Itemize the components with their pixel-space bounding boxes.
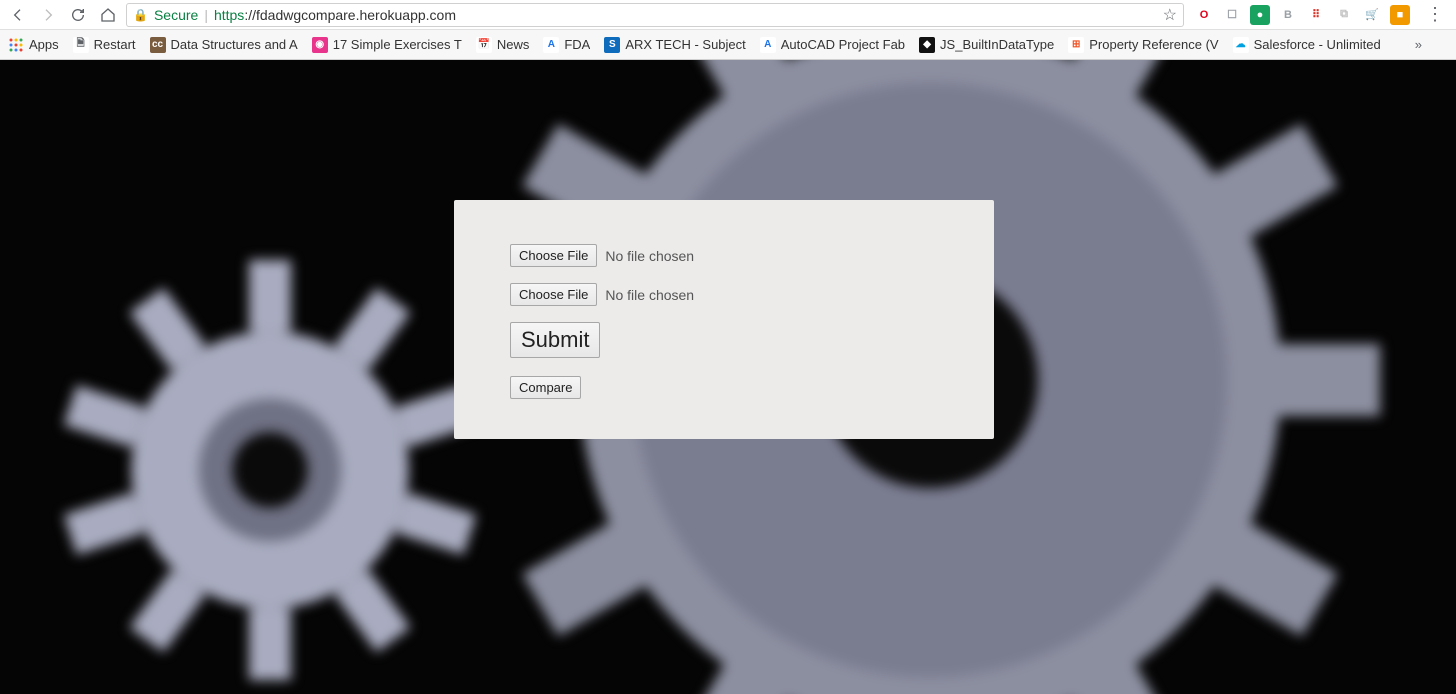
bookmark-label: News xyxy=(497,37,530,52)
choose-file-button-1[interactable]: Choose File xyxy=(510,244,597,267)
bookmark-item[interactable]: A FDA xyxy=(543,37,590,53)
bookmarks-overflow-button[interactable]: » xyxy=(1409,37,1428,52)
bookmark-label: JS_BuiltInDataType xyxy=(940,37,1054,52)
upload-form: Choose File No file chosen Choose File N… xyxy=(454,200,994,439)
bookmarks-bar: Apps 🗎 Restart cc Data Structures and A ◉ 17 … xyxy=(0,30,1456,60)
forward-button[interactable] xyxy=(36,3,60,27)
bookmark-label: Data Structures and A xyxy=(171,37,298,52)
page-viewport: Choose File No file chosen Choose File N… xyxy=(0,60,1456,694)
submit-button[interactable]: Submit xyxy=(510,322,600,358)
bookmark-star-icon[interactable]: ☆ xyxy=(1163,5,1177,25)
bookmark-favicon-icon: cc xyxy=(150,37,166,53)
bookmark-favicon-icon: ☁ xyxy=(1233,37,1249,53)
bookmark-favicon-icon: ◆ xyxy=(919,37,935,53)
address-bar[interactable]: 🔒 Secure | https://fdadwgcompare.herokua… xyxy=(126,3,1184,27)
bookmark-label: FDA xyxy=(564,37,590,52)
orange-square-icon[interactable]: ■ xyxy=(1390,5,1410,25)
file-status-1: No file chosen xyxy=(605,248,694,264)
bookmark-favicon-icon: 📅 xyxy=(476,37,492,53)
home-button[interactable] xyxy=(96,3,120,27)
apps-grid-icon xyxy=(8,37,24,53)
browser-toolbar: 🔒 Secure | https://fdadwgcompare.herokua… xyxy=(0,0,1456,30)
url-rest: ://fdadwgcompare.herokuapp.com xyxy=(244,7,456,23)
bookmark-item[interactable]: ⊞ Property Reference (V xyxy=(1068,37,1218,53)
bookmark-item[interactable]: ☁ Salesforce - Unlimited xyxy=(1233,37,1381,53)
bookmark-item[interactable]: ◉ 17 Simple Exercises T xyxy=(312,37,462,53)
browser-menu-button[interactable]: ⋮ xyxy=(1420,4,1450,25)
bookmark-favicon-icon: A xyxy=(543,37,559,53)
choose-file-button-2[interactable]: Choose File xyxy=(510,283,597,306)
url-scheme: https xyxy=(214,7,244,23)
bookmark-item[interactable]: S ARX TECH - Subject xyxy=(604,37,745,53)
lock-icon: 🔒 xyxy=(133,8,148,22)
bookmark-label: Salesforce - Unlimited xyxy=(1254,37,1381,52)
bookmark-favicon-icon: A xyxy=(760,37,776,53)
bookmark-item[interactable]: 🗎 Restart xyxy=(73,37,136,53)
bookmark-item[interactable]: ◆ JS_BuiltInDataType xyxy=(919,37,1054,53)
chat-icon[interactable]: ☐ xyxy=(1222,5,1242,25)
cart-icon[interactable]: 🛒 xyxy=(1362,5,1382,25)
bookmark-label: ARX TECH - Subject xyxy=(625,37,745,52)
bookmark-item[interactable]: A AutoCAD Project Fab xyxy=(760,37,905,53)
bookmark-label: AutoCAD Project Fab xyxy=(781,37,905,52)
small-gear-icon xyxy=(60,260,480,680)
bookmark-favicon-icon: ⊞ xyxy=(1068,37,1084,53)
green-square-icon[interactable]: ● xyxy=(1250,5,1270,25)
bookmark-favicon-icon: S xyxy=(604,37,620,53)
apps-button[interactable]: Apps xyxy=(8,37,59,53)
bookmark-item[interactable]: 📅 News xyxy=(476,37,530,53)
red-dot-icon[interactable]: ⠿ xyxy=(1306,5,1326,25)
bookmark-favicon-icon: ◉ xyxy=(312,37,328,53)
grey-b-icon[interactable]: B xyxy=(1278,5,1298,25)
apps-label: Apps xyxy=(29,37,59,52)
bookmark-favicon-icon: 🗎 xyxy=(73,37,89,53)
bookmark-item[interactable]: cc Data Structures and A xyxy=(150,37,298,53)
extension-icons: O ☐ ● B ⠿ ⧉ 🛒 ■ xyxy=(1190,5,1414,25)
file-status-2: No file chosen xyxy=(605,287,694,303)
bookmark-label: Restart xyxy=(94,37,136,52)
back-button[interactable] xyxy=(6,3,30,27)
compare-button[interactable]: Compare xyxy=(510,376,581,399)
reload-icon xyxy=(70,7,86,23)
opera-icon[interactable]: O xyxy=(1194,5,1214,25)
arrow-left-icon xyxy=(10,7,26,23)
bookmark-label: 17 Simple Exercises T xyxy=(333,37,462,52)
bookmark-label: Property Reference (V xyxy=(1089,37,1218,52)
arrow-right-icon xyxy=(40,7,56,23)
faint-icon[interactable]: ⧉ xyxy=(1334,5,1354,25)
home-icon xyxy=(100,7,116,23)
reload-button[interactable] xyxy=(66,3,90,27)
secure-label: Secure xyxy=(154,7,198,23)
address-separator: | xyxy=(204,7,208,23)
